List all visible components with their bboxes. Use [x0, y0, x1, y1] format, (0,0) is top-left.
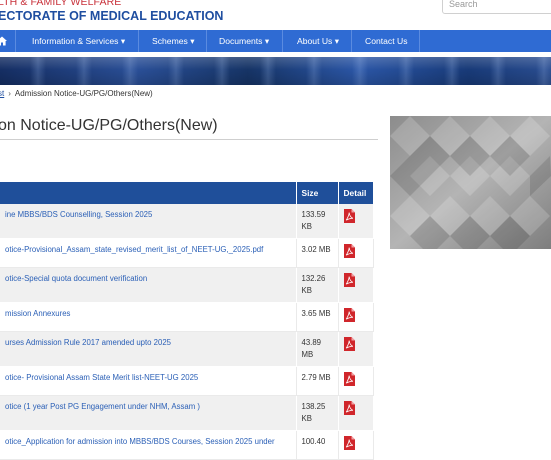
documents-table: Size Detail ine MBBS/BDS Counselling, Se…: [0, 182, 374, 460]
pdf-icon[interactable]: [343, 401, 355, 419]
nav-divider: [282, 30, 283, 52]
document-title-link[interactable]: otice-Special quota document verificatio…: [0, 267, 297, 303]
table-row: urses Admission Rule 2017 amended upto 2…: [0, 331, 374, 367]
document-size: 133.59 KB: [296, 204, 339, 239]
column-header-detail: Detail: [338, 182, 374, 204]
pdf-icon[interactable]: [343, 436, 355, 454]
document-title-link[interactable]: otice_Application for admission into MBB…: [0, 430, 297, 460]
column-header-title: [0, 182, 297, 204]
breadcrumb-current: Admission Notice-UG/PG/Others(New): [14, 89, 153, 98]
title-divider: [0, 139, 378, 140]
nav-divider: [138, 30, 139, 52]
document-title-link[interactable]: mission Annexures: [0, 302, 297, 332]
document-size: 2.79 MB: [296, 366, 339, 396]
document-size: 3.65 MB: [296, 302, 339, 332]
table-row: otice-Special quota document verificatio…: [0, 267, 374, 303]
table-row: otice-Provisional_Assam_state_revised_me…: [0, 238, 374, 268]
document-size: 138.25 KB: [296, 395, 339, 431]
table-row: otice_Application for admission into MBB…: [0, 430, 374, 460]
main-navbar: Information & Services ▾ Schemes ▾ Docum…: [0, 30, 551, 52]
document-size: 43.89 MB: [296, 331, 339, 367]
table-header-row: Size Detail: [0, 182, 374, 204]
pdf-icon[interactable]: [343, 337, 355, 355]
pdf-icon[interactable]: [343, 372, 355, 390]
document-title-link[interactable]: otice-Provisional_Assam_state_revised_me…: [0, 238, 297, 268]
table-row: ine MBBS/BDS Counselling, Session 2025 13…: [0, 204, 374, 239]
breadcrumb-link[interactable]: st: [0, 89, 4, 98]
home-icon[interactable]: [0, 30, 8, 52]
nav-item-schemes[interactable]: Schemes ▾: [152, 30, 195, 52]
nav-divider: [206, 30, 207, 52]
breadcrumb: st › Admission Notice-UG/PG/Others(New): [0, 89, 153, 98]
nav-item-information-services[interactable]: Information & Services ▾: [32, 30, 125, 52]
document-size: 3.02 MB: [296, 238, 339, 268]
table-row: otice (1 year Post PG Engagement under N…: [0, 395, 374, 431]
directorate-name: ECTORATE OF MEDICAL EDUCATION: [0, 9, 224, 23]
side-decorative-image: [390, 116, 551, 249]
home-icon[interactable]: [0, 30, 10, 52]
page-title: on Notice-UG/PG/Others(New): [0, 117, 218, 134]
document-title-link[interactable]: ine MBBS/BDS Counselling, Session 2025: [0, 204, 297, 239]
nav-item-contact-us[interactable]: Contact Us: [365, 30, 408, 52]
pdf-icon[interactable]: [343, 308, 355, 326]
document-title-link[interactable]: otice- Provisional Assam State Merit lis…: [0, 366, 297, 396]
column-header-size: Size: [296, 182, 339, 204]
pdf-icon[interactable]: [343, 273, 355, 291]
header-banner: [0, 57, 551, 85]
side-decorative-image: [390, 116, 551, 249]
table-row: otice- Provisional Assam State Merit lis…: [0, 366, 374, 396]
document-title-link[interactable]: urses Admission Rule 2017 amended upto 2…: [0, 331, 297, 367]
nav-divider: [15, 30, 16, 52]
pdf-icon[interactable]: [343, 209, 355, 227]
document-size: 100.40: [296, 430, 339, 460]
table-row: mission Annexures 3.65 MB: [0, 302, 374, 332]
nav-divider: [351, 30, 352, 52]
pdf-icon[interactable]: [343, 244, 355, 262]
department-name: LTH & FAMILY WELFARE: [0, 0, 122, 8]
nav-item-documents[interactable]: Documents ▾: [219, 30, 269, 52]
nav-divider: [419, 30, 420, 52]
document-size: 132.26 KB: [296, 267, 339, 303]
search-input[interactable]: [442, 0, 551, 14]
chevron-right-icon: ›: [8, 89, 11, 98]
document-title-link[interactable]: otice (1 year Post PG Engagement under N…: [0, 395, 297, 431]
nav-item-about-us[interactable]: About Us ▾: [297, 30, 339, 52]
